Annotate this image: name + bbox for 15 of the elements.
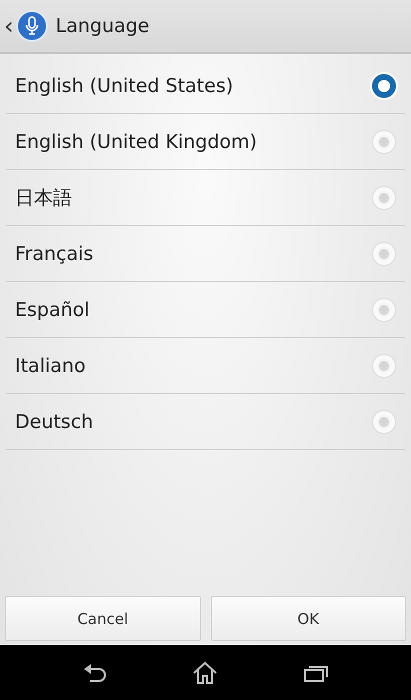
ok-button[interactable]: OK	[210, 596, 406, 641]
home-icon[interactable]	[192, 660, 218, 684]
back-icon[interactable]	[82, 662, 108, 684]
language-label: Italiano	[15, 354, 86, 376]
language-label: Deutsch	[15, 410, 94, 432]
language-label: English (United States)	[15, 74, 234, 96]
screen-title: Language	[56, 15, 150, 37]
back-icon[interactable]: ‹	[4, 14, 14, 38]
language-label: Français	[15, 242, 94, 264]
cancel-button[interactable]: Cancel	[5, 596, 200, 641]
language-label: Español	[15, 298, 90, 320]
microphone-icon	[16, 10, 48, 42]
language-label: English (United Kingdom)	[15, 130, 257, 152]
language-label: 日本語	[15, 186, 72, 210]
radio-button[interactable]	[372, 74, 396, 98]
